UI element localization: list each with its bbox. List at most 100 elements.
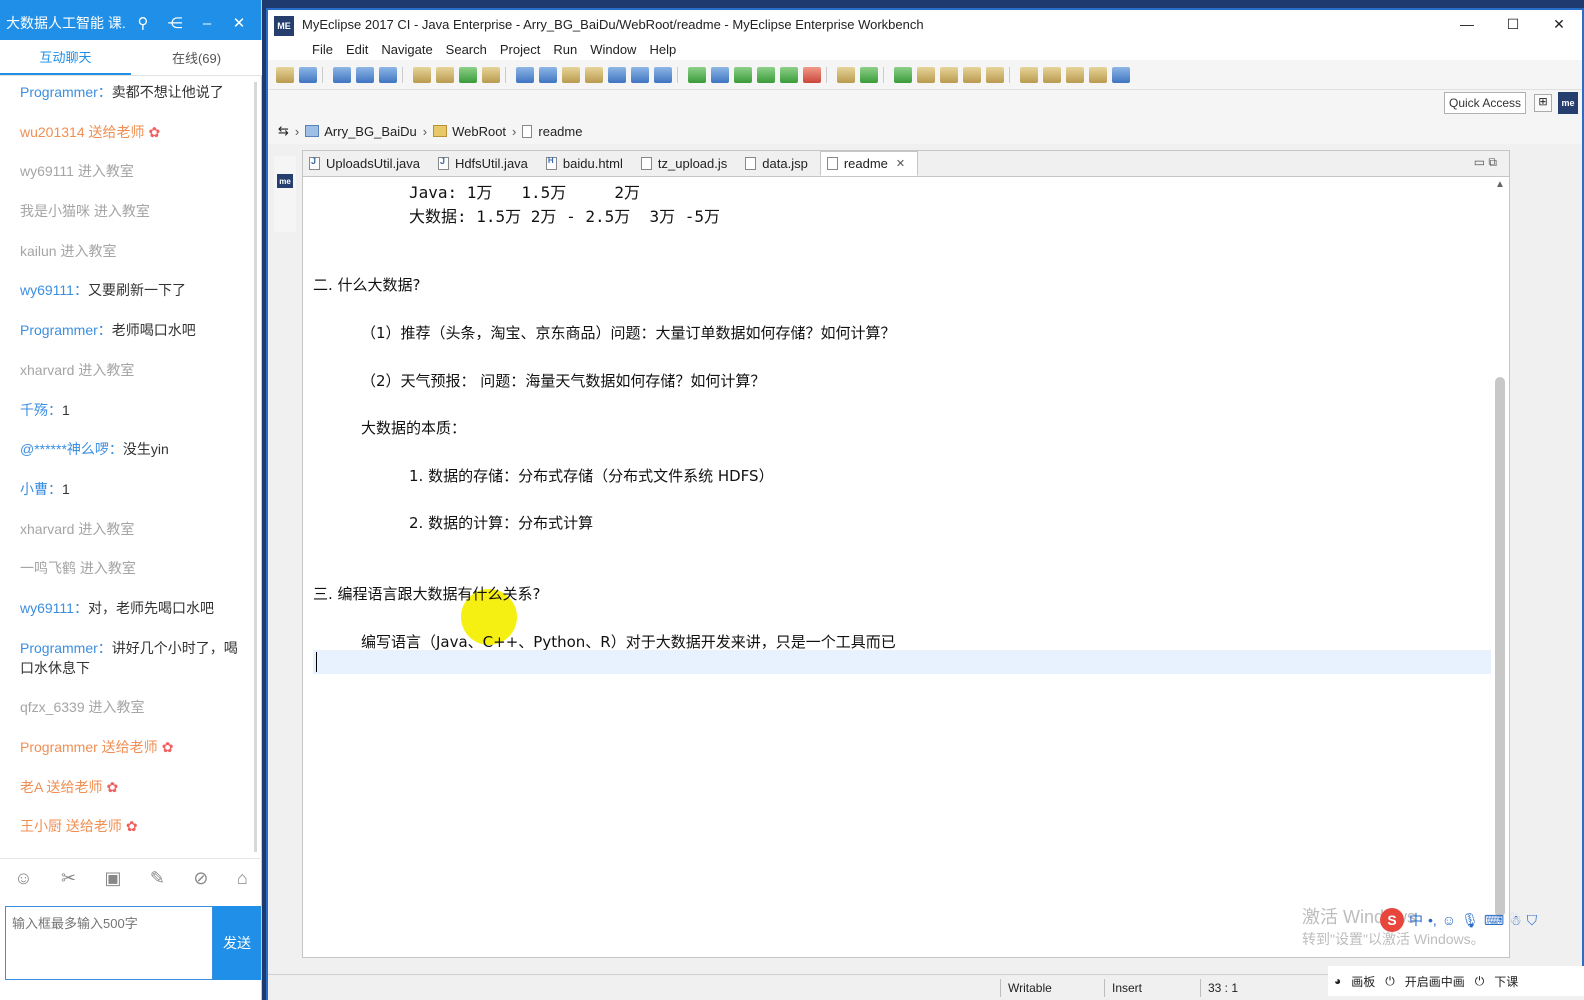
myeclipse-view-icon[interactable]: me xyxy=(277,174,293,188)
nav-back-icon[interactable] xyxy=(1089,66,1107,83)
import-icon[interactable] xyxy=(1020,66,1038,83)
edit-icon[interactable]: ✎ xyxy=(150,868,165,889)
emoji-icon[interactable]: ☺ xyxy=(1442,912,1456,928)
send-button[interactable]: 发送 xyxy=(213,906,261,980)
breadcrumb-file[interactable]: readme xyxy=(538,124,582,139)
open-folder-icon[interactable] xyxy=(917,66,935,83)
punctuation-icon[interactable]: •, xyxy=(1428,912,1437,928)
myeclipse-perspective-icon[interactable]: me xyxy=(1558,92,1578,114)
paragraph-icon[interactable] xyxy=(608,66,626,83)
whitespace-icon[interactable] xyxy=(631,66,649,83)
undo-icon[interactable] xyxy=(413,66,431,83)
tab-baidu-html[interactable]: baidu.html xyxy=(540,151,635,176)
grid-icon[interactable] xyxy=(539,66,557,83)
new-project-icon[interactable] xyxy=(299,66,317,83)
menu-navigate[interactable]: Navigate xyxy=(381,42,432,57)
chat-username[interactable]: 千殇 xyxy=(20,402,48,418)
close-tab-icon[interactable]: ✕ xyxy=(896,157,905,170)
chat-scrollbar[interactable] xyxy=(254,82,257,852)
editor-scrollbar[interactable]: ▲ xyxy=(1491,177,1509,957)
minimize-maximize-icon[interactable]: ▭ ⧉ xyxy=(1474,155,1497,170)
prev-annotation-icon[interactable] xyxy=(562,66,580,83)
menu-run[interactable]: Run xyxy=(553,42,577,57)
image-icon[interactable]: ▣ xyxy=(105,868,122,889)
save-icon[interactable] xyxy=(333,66,351,83)
menu-window[interactable]: Window xyxy=(590,42,636,57)
redo-icon[interactable] xyxy=(436,66,454,83)
tab-tz-upload[interactable]: tz_upload.js xyxy=(635,151,739,176)
share-icon[interactable]: ⋲ xyxy=(159,14,191,32)
print-icon[interactable] xyxy=(379,66,397,83)
nav-forward-icon[interactable] xyxy=(1112,66,1130,83)
pin-icon[interactable]: ⚲ xyxy=(127,14,159,32)
menu-edit[interactable]: Edit xyxy=(346,42,368,57)
chat-username[interactable]: Programmer xyxy=(20,84,98,100)
minimize-icon[interactable]: – xyxy=(191,15,223,32)
tray-end-class[interactable]: 下课 xyxy=(1494,973,1518,990)
package-icon[interactable] xyxy=(986,66,1004,83)
chinese-mode-icon[interactable]: 中 xyxy=(1409,910,1423,930)
menu-file[interactable]: File xyxy=(312,42,333,57)
tab-uploadsutil[interactable]: UploadsUtil.java xyxy=(303,151,432,176)
run-icon[interactable] xyxy=(757,66,775,83)
chat-message-list[interactable]: Programmer：卖都不想让他说了 wu201314 送给老师 ✿ wy69111… xyxy=(0,82,258,856)
refresh-icon[interactable] xyxy=(860,66,878,83)
tab-data-jsp[interactable]: data.jsp xyxy=(739,151,820,176)
tray-pip[interactable]: 开启画中画 xyxy=(1405,973,1465,990)
coverage-icon[interactable] xyxy=(780,66,798,83)
next-annotation-icon[interactable] xyxy=(585,66,603,83)
tab-online[interactable]: 在线(69) xyxy=(131,40,262,75)
external-tools-icon[interactable] xyxy=(803,66,821,83)
open-type-icon[interactable] xyxy=(459,66,477,83)
scissors-icon[interactable]: ✂ xyxy=(61,868,76,889)
quick-access-field[interactable]: Quick Access xyxy=(1444,92,1526,114)
breadcrumb-root-icon[interactable]: ⇆ xyxy=(278,123,289,139)
tray-whiteboard[interactable]: 画板 xyxy=(1351,973,1375,990)
window-close-icon[interactable]: ✕ xyxy=(1536,16,1582,33)
chat-username[interactable]: wy69111 xyxy=(20,600,74,616)
menu-help[interactable]: Help xyxy=(649,42,676,57)
window-minimize-icon[interactable]: — xyxy=(1444,16,1490,32)
chat-username[interactable]: @******神么啰 xyxy=(20,441,109,457)
chat-username[interactable]: wy69111 xyxy=(20,282,74,298)
window-maximize-icon[interactable]: ☐ xyxy=(1490,16,1536,33)
pencil-icon[interactable] xyxy=(963,66,981,83)
skin-icon[interactable]: ⛉ xyxy=(1527,912,1538,929)
camera-icon[interactable] xyxy=(711,66,729,83)
chat-input[interactable] xyxy=(5,906,213,980)
open-perspective-icon[interactable] xyxy=(894,66,912,83)
toggle-mark-icon[interactable] xyxy=(516,66,534,83)
breadcrumb-folder[interactable]: WebRoot xyxy=(452,124,506,139)
emoji-icon[interactable]: ☺ xyxy=(14,868,32,889)
build-icon[interactable] xyxy=(482,66,500,83)
export-icon[interactable] xyxy=(1043,66,1061,83)
search-icon[interactable] xyxy=(654,66,672,83)
scroll-up-icon[interactable]: ▲ xyxy=(1495,179,1505,190)
text-editor[interactable]: Java: 1万 1.5万 2万 大数据: 1.5万 2万 - 2.5万 3万 … xyxy=(303,177,1493,957)
save-all-icon[interactable] xyxy=(356,66,374,83)
new-icon[interactable] xyxy=(276,66,294,83)
keyboard-icon[interactable]: ⌨ xyxy=(1484,912,1504,929)
tab-interactive-chat[interactable]: 互动聊天 xyxy=(0,40,131,75)
tab-readme[interactable]: readme ✕ xyxy=(819,151,919,176)
open-perspective-icon[interactable]: ⊞ xyxy=(1534,94,1552,112)
globe-icon[interactable] xyxy=(688,66,706,83)
scrollbar-thumb[interactable] xyxy=(1495,377,1505,917)
debug-icon[interactable] xyxy=(734,66,752,83)
gift-icon[interactable]: ⌂ xyxy=(237,868,248,889)
menu-search[interactable]: Search xyxy=(446,42,487,57)
block-icon[interactable]: ⊘ xyxy=(193,868,208,889)
chat-username[interactable]: Programmer xyxy=(20,322,98,338)
user-icon[interactable]: ☃ xyxy=(1509,912,1522,929)
tab-hdfsutil[interactable]: HdfsUtil.java xyxy=(432,151,540,176)
folder-icon[interactable] xyxy=(940,66,958,83)
ime-logo-icon[interactable]: S xyxy=(1380,908,1404,932)
back-icon[interactable] xyxy=(1066,66,1084,83)
server-icon[interactable] xyxy=(837,66,855,83)
menu-project[interactable]: Project xyxy=(500,42,540,57)
breadcrumb-project[interactable]: Arry_BG_BaiDu xyxy=(324,124,416,139)
chat-username[interactable]: Programmer xyxy=(20,640,98,656)
close-icon[interactable]: ✕ xyxy=(223,14,255,32)
microphone-icon[interactable]: 🎙 xyxy=(1461,912,1479,929)
chat-username[interactable]: 小曹 xyxy=(20,481,48,497)
